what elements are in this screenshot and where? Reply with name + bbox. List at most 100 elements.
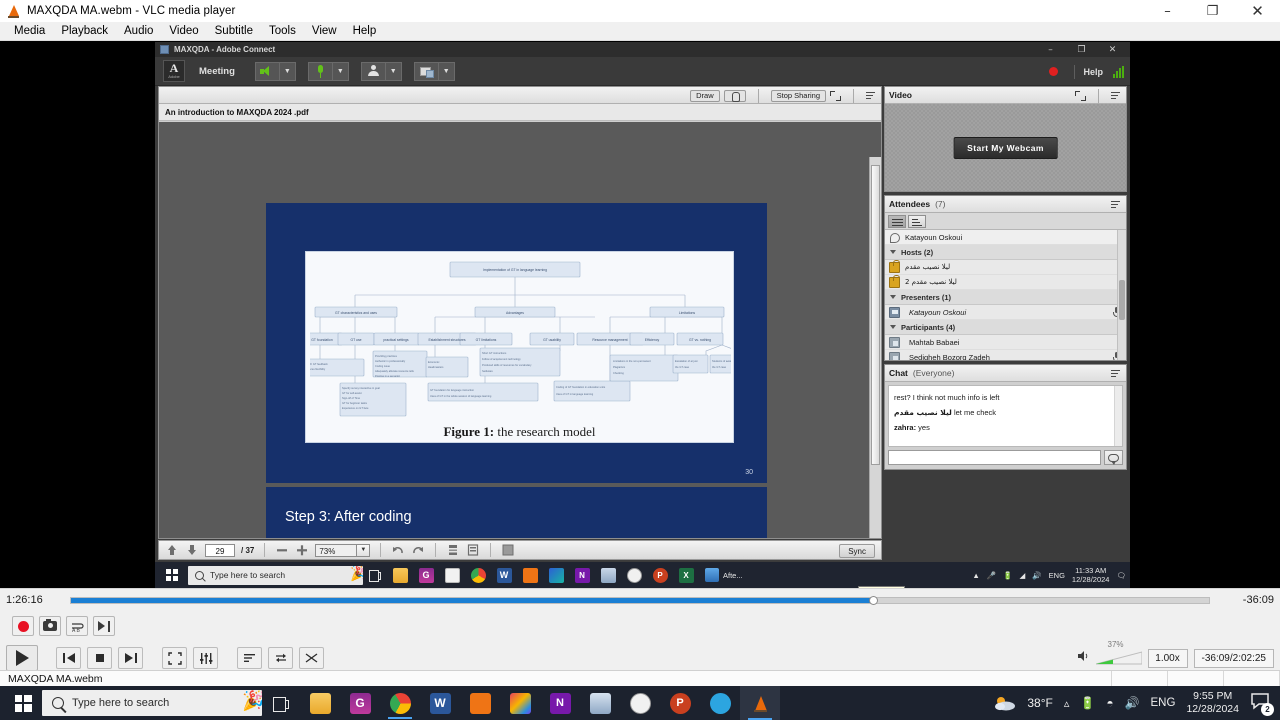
slide-viewport[interactable]: Implementation of GT in language learnin…: [159, 122, 881, 538]
wifi-icon[interactable]: ◓: [1106, 696, 1113, 710]
speaker-dropdown[interactable]: ▼: [278, 61, 296, 81]
ab-loop-button[interactable]: A B: [66, 616, 88, 636]
playback-speed[interactable]: 1.00x: [1147, 648, 1188, 668]
microphone-button[interactable]: [307, 61, 332, 81]
frame-by-frame-button[interactable]: [93, 616, 115, 636]
video-playback-area[interactable]: MAXQDA - Adobe Connect – ❐ ✕ A Adobe Mee…: [0, 41, 1280, 588]
action-center-icon[interactable]: 🗨: [1116, 571, 1126, 580]
menu-playback[interactable]: Playback: [53, 22, 116, 41]
zoom-dropdown-icon[interactable]: ▼: [357, 543, 371, 557]
reader-icon[interactable]: [460, 686, 500, 720]
menu-help[interactable]: Help: [345, 22, 385, 41]
active-app-button[interactable]: Afte...: [699, 562, 749, 588]
gpdf-icon[interactable]: G: [413, 562, 439, 588]
battery-icon[interactable]: 🔋: [1080, 696, 1095, 710]
attendees-scrollbar-thumb[interactable]: [1119, 280, 1125, 320]
edge-icon[interactable]: [543, 562, 569, 588]
chevron-down-icon[interactable]: [890, 250, 896, 254]
loop-button[interactable]: [268, 647, 293, 669]
close-button[interactable]: ✕: [1235, 0, 1280, 22]
ac-maximize-button[interactable]: ❐: [1066, 42, 1097, 57]
vlc-icon[interactable]: [740, 686, 780, 720]
chevron-down-icon[interactable]: [890, 295, 896, 299]
temperature-label[interactable]: 38°F: [1027, 696, 1052, 710]
undo-icon[interactable]: [391, 543, 405, 557]
task-view-icon[interactable]: [363, 562, 387, 588]
stop-sharing-button[interactable]: Stop Sharing: [770, 89, 826, 102]
recording-indicator-icon[interactable]: [1049, 67, 1059, 76]
page-down-icon[interactable]: [185, 543, 199, 557]
camera-control-group[interactable]: ▼: [360, 61, 402, 81]
pod-options-icon[interactable]: [866, 91, 878, 101]
meeting-menu[interactable]: Meeting: [199, 66, 235, 77]
battery-icon[interactable]: 🔋: [1003, 571, 1012, 580]
attendee-list-view-button[interactable]: [888, 214, 906, 228]
speaker-button[interactable]: [254, 61, 279, 81]
screen-share-control-group[interactable]: ▼: [413, 61, 455, 81]
page-number-input[interactable]: 29: [205, 543, 235, 557]
language-indicator[interactable]: ENG: [1151, 697, 1176, 709]
play-button[interactable]: [6, 645, 38, 671]
office-icon[interactable]: [500, 686, 540, 720]
attendee-self-row[interactable]: Katayoun Oskoui: [885, 230, 1126, 245]
zoom-out-icon[interactable]: [275, 543, 289, 557]
chat-scrollbar[interactable]: [1114, 386, 1122, 446]
fullscreen-button[interactable]: [162, 647, 187, 669]
word-icon[interactable]: W: [420, 686, 460, 720]
microphone-dropdown[interactable]: ▼: [331, 61, 349, 81]
chat-message-list[interactable]: rest? I think not much info is left لیلا…: [888, 385, 1123, 447]
gpdf-icon[interactable]: G: [340, 686, 380, 720]
volume-slider[interactable]: 37%: [1095, 640, 1142, 666]
microphone-control-group[interactable]: ▼: [307, 61, 349, 81]
record-button[interactable]: [12, 616, 34, 636]
previous-button[interactable]: [56, 647, 81, 669]
notification-center-button[interactable]: 2: [1250, 692, 1274, 716]
powerpoint-icon[interactable]: P: [660, 686, 700, 720]
maximize-button[interactable]: ❐: [1190, 0, 1235, 22]
weather-icon[interactable]: [994, 695, 1016, 711]
fit-page-icon[interactable]: [466, 543, 480, 557]
start-button[interactable]: [4, 686, 42, 720]
word-icon[interactable]: W: [491, 562, 517, 588]
reader-icon[interactable]: [517, 562, 543, 588]
seek-handle[interactable]: [869, 595, 879, 605]
search-input[interactable]: Type here to search 🎉: [42, 690, 262, 716]
tray-expand-icon[interactable]: ▵: [1064, 697, 1070, 710]
playlist-button[interactable]: [237, 647, 262, 669]
attendee-group-presenters[interactable]: Presenters (1): [885, 290, 1126, 305]
camera-button[interactable]: [360, 61, 385, 81]
table-row[interactable]: Mahtab Babaei: [885, 335, 1126, 350]
clock-icon[interactable]: [621, 562, 647, 588]
fit-width-icon[interactable]: [446, 543, 460, 557]
speaker-control-group[interactable]: ▼: [254, 61, 296, 81]
volume-icon[interactable]: [1077, 649, 1090, 667]
search-input[interactable]: Type here to search 🎉: [188, 565, 363, 585]
extended-settings-button[interactable]: [193, 647, 218, 669]
menu-view[interactable]: View: [304, 22, 345, 41]
attendee-group-hosts[interactable]: Hosts (2): [885, 245, 1126, 260]
thumbnail-icon[interactable]: [501, 543, 515, 557]
table-row[interactable]: لیلا نصیب مقدم: [885, 259, 1126, 275]
paint-icon[interactable]: [595, 562, 621, 588]
chat-input[interactable]: [888, 450, 1101, 465]
chat-send-button[interactable]: [1104, 450, 1123, 465]
help-menu[interactable]: Help: [1083, 67, 1103, 77]
attendees-list[interactable]: Katayoun Oskoui Hosts (2) لیلا نصیب مقدم: [885, 230, 1126, 360]
language-indicator[interactable]: ENG: [1049, 571, 1065, 580]
microphone-tray-icon[interactable]: 🎤: [987, 571, 996, 580]
onenote-icon[interactable]: N: [569, 562, 595, 588]
ac-close-button[interactable]: ✕: [1097, 42, 1128, 57]
screen-share-dropdown[interactable]: ▼: [437, 61, 455, 81]
paint-icon[interactable]: [580, 686, 620, 720]
start-button[interactable]: [159, 562, 185, 588]
file-explorer-icon[interactable]: [300, 686, 340, 720]
sync-button[interactable]: Sync: [839, 544, 875, 558]
camera-dropdown[interactable]: ▼: [384, 61, 402, 81]
table-row[interactable]: Katayoun Oskoui: [885, 305, 1126, 320]
task-view-icon[interactable]: [262, 686, 300, 720]
telegram-icon[interactable]: [700, 686, 740, 720]
menu-media[interactable]: Media: [6, 22, 53, 41]
zoom-control[interactable]: 73% ▼: [315, 543, 371, 557]
page-up-icon[interactable]: [165, 543, 179, 557]
clock[interactable]: 11:33 AM 12/28/2024: [1072, 566, 1110, 584]
